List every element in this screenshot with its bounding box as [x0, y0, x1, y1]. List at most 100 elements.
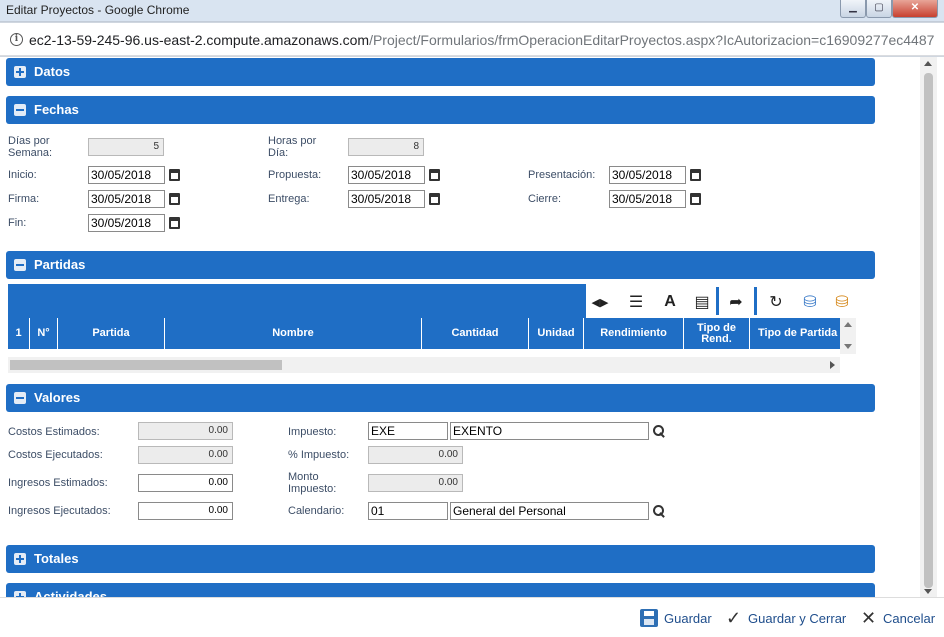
calendar-icon[interactable] [169, 169, 180, 181]
presentacion-date-input[interactable]: 30/05/2018 [609, 166, 686, 184]
address-bar[interactable]: i ec2-13-59-245-96.us-east-2.compute.ama… [0, 23, 944, 56]
column-header[interactable]: Cantidad [422, 318, 529, 349]
inicio-date-input[interactable]: 30/05/2018 [88, 166, 165, 184]
impuesto-code-input[interactable]: EXE [368, 422, 448, 440]
scroll-down-icon[interactable] [924, 589, 932, 594]
scrollbar-thumb[interactable] [924, 73, 933, 588]
collapse-icon[interactable] [14, 259, 26, 271]
column-header[interactable]: Nombre [165, 318, 422, 349]
guardar-cerrar-label: Guardar y Cerrar [748, 610, 847, 626]
calendar-icon[interactable] [690, 193, 701, 205]
grid-horizontal-scrollbar[interactable] [8, 357, 840, 373]
toolbar-separator [754, 287, 757, 315]
search-icon[interactable] [653, 505, 664, 516]
move-arrows-icon[interactable]: ◀▶ [588, 290, 612, 314]
horas-por-dia-label: Horas por Día: [268, 135, 317, 159]
propuesta-date-input[interactable]: 30/05/2018 [348, 166, 425, 184]
column-header[interactable]: Tipo de Rend. [684, 318, 750, 349]
ingresos-estimados-input[interactable]: 0.00 [138, 474, 233, 492]
grid-body [8, 349, 840, 357]
maximize-button[interactable]: ▢ [866, 0, 892, 18]
inicio-label: Inicio: [8, 169, 37, 181]
grid-vertical-scrollbar[interactable] [840, 318, 856, 354]
window-titlebar: Editar Proyectos - Google Chrome ▁ ▢ ✕ [0, 0, 944, 22]
cancelar-button[interactable]: ✕ Cancelar [861, 608, 935, 628]
calendar-icon[interactable] [690, 169, 701, 181]
monto-impuesto-label: Monto Impuesto: [288, 471, 337, 495]
calendario-code-input[interactable]: 01 [368, 502, 448, 520]
search-icon[interactable] [653, 425, 664, 436]
grid-header-row: 1 N° Partida Nombre Cantidad Unidad Rend… [8, 318, 840, 349]
section-header-totales[interactable]: Totales [6, 545, 875, 573]
collapse-icon[interactable] [14, 104, 26, 116]
calendario-name-input[interactable]: General del Personal [450, 502, 649, 520]
refresh-icon[interactable]: ↻ [764, 290, 788, 314]
dias-por-semana-field: 5 [88, 138, 164, 156]
column-header[interactable]: 1 [8, 318, 30, 349]
calendario-label: Calendario: [288, 505, 345, 517]
calendar-icon[interactable] [169, 217, 180, 229]
fin-label: Fin: [8, 217, 27, 229]
info-icon[interactable]: i [10, 33, 23, 46]
section-header-valores[interactable]: Valores [6, 384, 875, 412]
database-remove-icon[interactable]: ⛁ [830, 290, 854, 314]
column-header[interactable]: Unidad [529, 318, 584, 349]
costos-estimados-label: Costos Estimados: [8, 426, 100, 438]
scroll-up-icon[interactable] [924, 61, 932, 66]
cierre-date-input[interactable]: 30/05/2018 [609, 190, 686, 208]
cancelar-label: Cancelar [883, 610, 936, 626]
close-window-button[interactable]: ✕ [892, 0, 938, 18]
page-vertical-scrollbar[interactable] [920, 57, 937, 597]
expand-icon[interactable] [14, 553, 26, 565]
collapse-icon[interactable] [14, 392, 26, 404]
section-header-partidas[interactable]: Partidas [6, 251, 875, 279]
entrega-label: Entrega: [268, 193, 310, 205]
text-icon[interactable]: A [658, 290, 682, 314]
forward-icon[interactable]: ➦ [724, 290, 748, 314]
fin-date-input[interactable]: 30/05/2018 [88, 214, 165, 232]
section-header-actividades[interactable]: Actividades [6, 583, 875, 597]
grid-toolbar: ◀▶ ☰ A ▤ ➦ ↻ ⛁ ⛁ [586, 284, 861, 318]
section-title: Valores [34, 390, 81, 405]
column-header[interactable]: Tipo de Partida [750, 318, 840, 349]
horas-por-dia-field: 8 [348, 138, 424, 156]
close-icon: ✕ [861, 608, 877, 628]
guardar-button[interactable]: Guardar [640, 608, 712, 628]
column-header[interactable]: Partida [58, 318, 165, 349]
costos-estimados-field: 0.00 [138, 422, 233, 440]
calendar-icon[interactable] [169, 193, 180, 205]
section-header-datos[interactable]: Datos [6, 58, 875, 86]
database-add-icon[interactable]: ⛁ [798, 290, 822, 314]
pct-impuesto-label: % Impuesto: [288, 449, 350, 461]
calendar-icon[interactable] [429, 169, 440, 181]
calendar-icon[interactable] [429, 193, 440, 205]
firma-label: Firma: [8, 193, 40, 205]
dias-por-semana-label: Días por Semana: [8, 135, 53, 159]
expand-icon[interactable] [14, 66, 26, 78]
column-header[interactable]: Rendimiento [584, 318, 684, 349]
impuesto-name-input[interactable]: EXENTO [450, 422, 649, 440]
document-icon[interactable]: ▤ [690, 290, 714, 314]
save-icon [640, 609, 658, 627]
propuesta-label: Propuesta: [268, 169, 322, 181]
form-footer: Guardar ✓ Guardar y Cerrar ✕ Cancelar [0, 597, 944, 637]
scrollbar-thumb[interactable] [10, 360, 282, 370]
firma-date-input[interactable]: 30/05/2018 [88, 190, 165, 208]
minimize-button[interactable]: ▁ [840, 0, 866, 18]
section-header-fechas[interactable]: Fechas [6, 96, 875, 124]
ingresos-ejecutados-input[interactable]: 0.00 [138, 502, 233, 520]
costos-ejecutados-label: Costos Ejecutados: [8, 449, 103, 461]
toolbar-separator [716, 287, 719, 315]
check-icon: ✓ [726, 608, 742, 628]
monto-impuesto-field: 0.00 [368, 474, 463, 492]
ingresos-estimados-label: Ingresos Estimados: [8, 477, 108, 489]
entrega-date-input[interactable]: 30/05/2018 [348, 190, 425, 208]
guardar-cerrar-button[interactable]: ✓ Guardar y Cerrar [726, 608, 846, 628]
url-text[interactable]: ec2-13-59-245-96.us-east-2.compute.amazo… [29, 32, 934, 48]
section-title: Partidas [34, 257, 86, 272]
column-header[interactable]: N° [30, 318, 58, 349]
scroll-right-icon[interactable] [830, 361, 835, 369]
cierre-label: Cierre: [528, 193, 562, 205]
guardar-label: Guardar [664, 610, 712, 626]
list-icon[interactable]: ☰ [624, 290, 648, 314]
